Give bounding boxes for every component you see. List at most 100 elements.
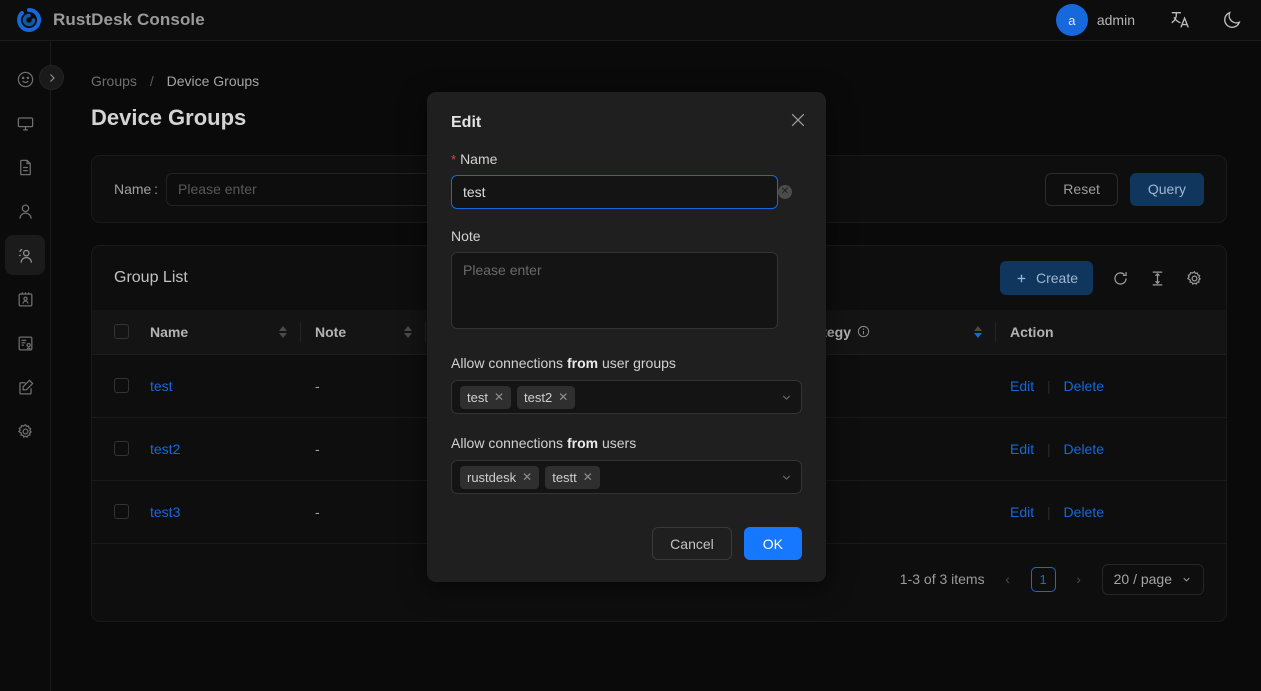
- tag-label: rustdesk: [467, 470, 516, 485]
- query-button[interactable]: Query: [1130, 173, 1204, 206]
- filter-name-label: Name :: [114, 181, 158, 197]
- username-label[interactable]: admin: [1097, 12, 1135, 28]
- refresh-icon[interactable]: [1111, 269, 1130, 288]
- chevron-down-icon: [780, 471, 793, 484]
- row-delete-link[interactable]: Delete: [1064, 504, 1104, 520]
- row-edit-link[interactable]: Edit: [1010, 378, 1034, 394]
- pagination-prev-button[interactable]: ‹: [997, 571, 1019, 587]
- table-header-name[interactable]: Name: [136, 310, 301, 354]
- sidebar-item-files[interactable]: [5, 147, 45, 187]
- sort-toggle-strategy[interactable]: [974, 326, 982, 338]
- row-action-cell: Edit | Delete: [996, 480, 1226, 543]
- table-header-note[interactable]: Note: [301, 310, 426, 354]
- moon-icon[interactable]: [1221, 9, 1243, 31]
- address-book-icon: [16, 290, 35, 309]
- close-small-icon[interactable]: ✕: [583, 470, 593, 484]
- action-separator: |: [1047, 378, 1051, 394]
- page-size-label: 20 / page: [1114, 571, 1172, 587]
- gear-icon[interactable]: [1185, 269, 1204, 288]
- sort-toggle-note[interactable]: [404, 326, 412, 338]
- note-textarea[interactable]: [451, 252, 778, 329]
- cancel-button[interactable]: Cancel: [652, 527, 732, 560]
- row-checkbox[interactable]: [114, 378, 129, 393]
- sidebar: [0, 41, 51, 691]
- chevron-down-icon: [780, 391, 793, 404]
- sidebar-item-address-book[interactable]: [5, 279, 45, 319]
- user-groups-label-pre: Allow connections: [451, 355, 567, 371]
- gear-icon: [16, 422, 35, 441]
- name-input-wrapper: ✕: [451, 175, 802, 209]
- row-checkbox[interactable]: [114, 504, 129, 519]
- user-groups-label-bold: from: [567, 355, 598, 371]
- tag-item: rustdesk ✕: [460, 466, 539, 489]
- pagination-page-1[interactable]: 1: [1031, 567, 1056, 592]
- sort-toggle-name[interactable]: [279, 326, 287, 338]
- sidebar-item-settings[interactable]: [5, 411, 45, 451]
- dialog-footer: Cancel OK: [652, 527, 802, 560]
- row-name-link[interactable]: test: [150, 378, 173, 394]
- user-groups-select[interactable]: test ✕ test2 ✕: [451, 380, 802, 414]
- row-delete-link[interactable]: Delete: [1064, 441, 1104, 457]
- table-header-action: Action: [996, 310, 1226, 354]
- action-separator: |: [1047, 504, 1051, 520]
- tag-item: test2 ✕: [517, 386, 575, 409]
- users-label-post: users: [598, 435, 636, 451]
- row-name-cell: test3: [136, 480, 301, 543]
- row-note-cell: -: [301, 417, 426, 480]
- page-size-select[interactable]: 20 / page: [1102, 564, 1204, 595]
- chevron-down-icon: [1181, 574, 1192, 585]
- tag-item: testt ✕: [545, 466, 600, 489]
- row-name-link[interactable]: test2: [150, 441, 180, 457]
- row-note-cell: -: [301, 480, 426, 543]
- ok-button[interactable]: OK: [744, 527, 802, 560]
- breadcrumb-parent[interactable]: Groups: [91, 73, 137, 89]
- group-list-toolbar: Create: [1000, 261, 1204, 295]
- row-checkbox[interactable]: [114, 441, 129, 456]
- close-small-icon[interactable]: ✕: [558, 390, 568, 404]
- sidebar-item-audit[interactable]: [5, 323, 45, 363]
- breadcrumb-current: Device Groups: [167, 73, 260, 89]
- row-edit-link[interactable]: Edit: [1010, 441, 1034, 457]
- row-select-cell: [92, 417, 136, 480]
- close-small-icon[interactable]: ✕: [494, 390, 504, 404]
- sidebar-item-devices[interactable]: [5, 103, 45, 143]
- avatar[interactable]: a: [1056, 4, 1088, 36]
- brand[interactable]: RustDesk Console: [0, 7, 205, 33]
- info-circle-icon[interactable]: [857, 325, 870, 338]
- user-groups-label: Allow connections from user groups: [451, 355, 802, 371]
- select-all-checkbox[interactable]: [114, 324, 129, 339]
- row-name-cell: test2: [136, 417, 301, 480]
- row-name-link[interactable]: test3: [150, 504, 180, 520]
- clear-circle-icon[interactable]: ✕: [778, 185, 792, 199]
- translate-icon[interactable]: [1169, 9, 1191, 31]
- required-mark: *: [451, 152, 456, 167]
- close-icon[interactable]: [788, 110, 808, 130]
- dialog-title: Edit: [451, 114, 802, 132]
- breadcrumb-separator: /: [150, 73, 154, 89]
- table-header-name-label: Name: [150, 324, 188, 340]
- row-height-icon[interactable]: [1148, 269, 1167, 288]
- sidebar-item-users[interactable]: [5, 191, 45, 231]
- pagination-next-button[interactable]: ›: [1068, 571, 1090, 587]
- row-edit-link[interactable]: Edit: [1010, 504, 1034, 520]
- users-select[interactable]: rustdesk ✕ testt ✕: [451, 460, 802, 494]
- users-label: Allow connections from users: [451, 435, 802, 451]
- smiley-face-icon: [16, 70, 35, 89]
- sidebar-collapse-button[interactable]: [39, 65, 64, 90]
- audit-log-icon: [16, 334, 35, 353]
- plus-icon: [1015, 272, 1028, 285]
- tag-item: test ✕: [460, 386, 511, 409]
- user-group-icon: [16, 246, 35, 265]
- name-input[interactable]: [451, 175, 778, 209]
- close-small-icon[interactable]: ✕: [522, 470, 532, 484]
- create-button[interactable]: Create: [1000, 261, 1093, 295]
- sidebar-item-edit[interactable]: [5, 367, 45, 407]
- tag-label: test2: [524, 390, 552, 405]
- row-delete-link[interactable]: Delete: [1064, 378, 1104, 394]
- sidebar-item-groups[interactable]: [5, 235, 45, 275]
- row-name-cell: test: [136, 354, 301, 417]
- pagination-summary: 1-3 of 3 items: [900, 571, 985, 587]
- reset-button[interactable]: Reset: [1045, 173, 1118, 206]
- row-select-cell: [92, 480, 136, 543]
- edit-dialog: Edit *Name ✕ Note Allow connections from…: [427, 92, 826, 582]
